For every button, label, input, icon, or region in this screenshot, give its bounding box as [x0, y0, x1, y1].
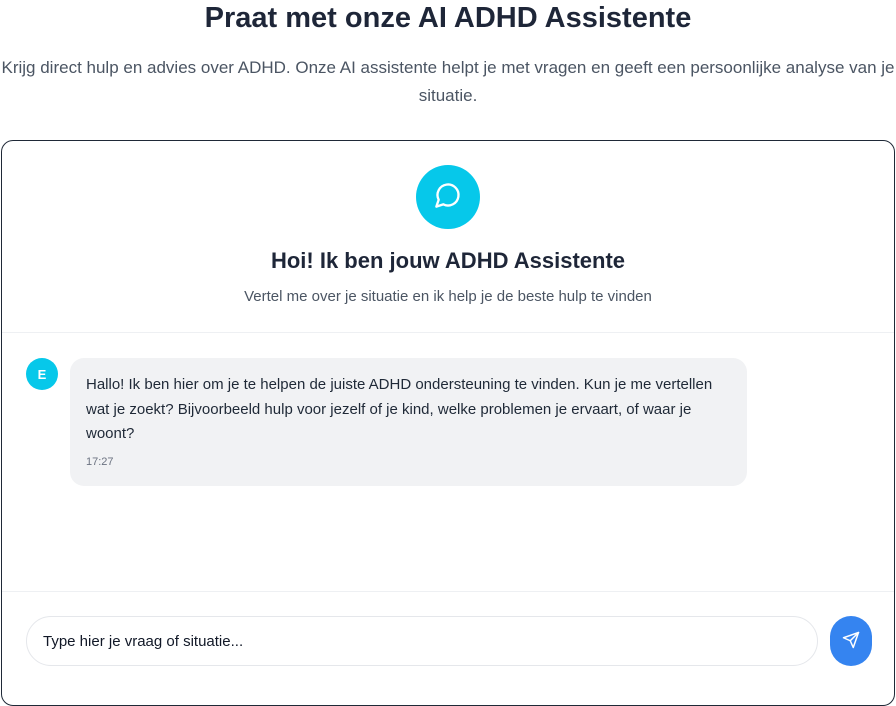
- page-subtitle: Krijg direct hulp en advies over ADHD. O…: [1, 58, 895, 105]
- send-button[interactable]: [830, 616, 872, 666]
- assistant-message-avatar: E: [26, 358, 58, 390]
- chat-header-subtitle: Vertel me over je situatie en ik help je…: [244, 288, 652, 305]
- message-list: E Hallo! Ik ben hier om je te helpen de …: [2, 334, 894, 590]
- message-timestamp: 17:27: [86, 455, 114, 468]
- assistant-avatar: [416, 165, 480, 229]
- chat-header: Hoi! Ik ben jouw ADHD Assistente Vertel …: [2, 141, 894, 333]
- chat-card: Hoi! Ik ben jouw ADHD Assistente Vertel …: [1, 140, 895, 706]
- chat-input-bar: [2, 591, 894, 705]
- assistant-message-bubble: Hallo! Ik ben hier om je te helpen de ju…: [70, 358, 747, 486]
- send-icon: [842, 631, 860, 652]
- chat-input[interactable]: [26, 616, 818, 666]
- chat-header-title: Hoi! Ik ben jouw ADHD Assistente: [270, 248, 626, 273]
- message-circle-icon: [434, 181, 462, 214]
- message-text: Hallo! Ik ben hier om je te helpen de ju…: [86, 376, 713, 442]
- page-title: Praat met onze AI ADHD Assistente: [204, 2, 692, 34]
